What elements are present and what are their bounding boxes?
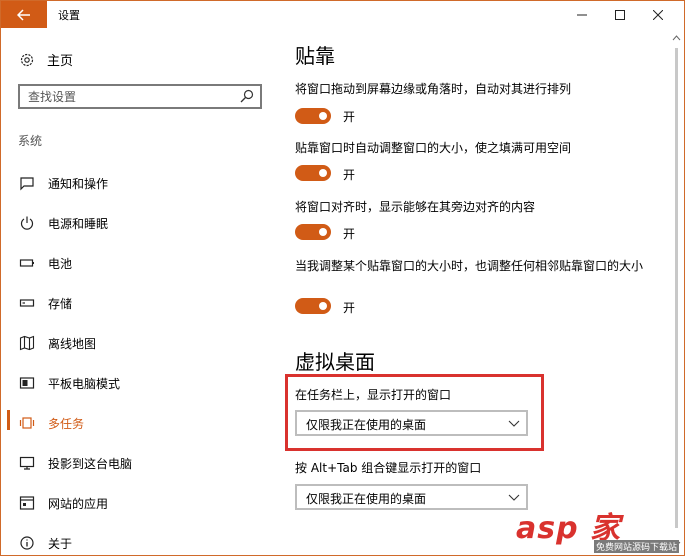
- sidebar-item-power[interactable]: 电源和睡眠: [1, 208, 275, 238]
- sidebar-item-offline-maps[interactable]: 离线地图: [1, 328, 275, 358]
- battery-icon: [19, 259, 34, 267]
- sidebar-item-battery[interactable]: 电池: [1, 248, 275, 278]
- main-content: 贴靠 将窗口拖动到屏幕边缘或角落时，自动对其进行排列 开 贴靠窗口时自动调整窗口…: [275, 28, 670, 555]
- snap-setting-1-state: 开: [343, 110, 356, 124]
- sidebar-item-label: 存储: [48, 297, 73, 311]
- map-icon: [19, 335, 35, 351]
- search-input[interactable]: [28, 89, 228, 105]
- alttab-value: 仅限我正在使用的桌面: [306, 492, 427, 506]
- back-arrow-icon: [17, 8, 30, 21]
- home-label: 主页: [47, 54, 74, 69]
- sidebar-item-label: 通知和操作: [48, 177, 109, 191]
- sidebar-item-label: 电池: [48, 257, 73, 271]
- sidebar-item-apps-for-websites[interactable]: 网站的应用: [1, 488, 275, 518]
- sidebar-item-storage[interactable]: 存储: [1, 288, 275, 318]
- watermark-subtitle: 免费网站源码下载站: [593, 540, 679, 553]
- multitasking-icon: [19, 417, 35, 429]
- sidebar-item-project[interactable]: 投影到这台电脑: [1, 448, 275, 478]
- snap-setting-4-toggle[interactable]: [295, 298, 331, 314]
- sidebar: 主页 系统 通知和操作 电源和睡眠: [1, 28, 275, 555]
- snap-setting-1-toggle[interactable]: [295, 108, 331, 124]
- sidebar-item-about[interactable]: 关于: [1, 528, 275, 555]
- search-icon: [240, 89, 254, 103]
- info-icon: [20, 536, 34, 550]
- sidebar-item-label: 关于: [48, 537, 73, 551]
- settings-window: 设置 主页 系统: [0, 0, 685, 556]
- project-icon: [19, 456, 35, 470]
- tablet-icon: [19, 377, 35, 389]
- chevron-down-icon: [508, 494, 520, 501]
- maximize-icon: [615, 9, 625, 20]
- sidebar-item-label: 电源和睡眠: [48, 217, 109, 231]
- close-icon: [653, 9, 663, 20]
- section-label: 系统: [18, 134, 43, 148]
- sidebar-item-notifications[interactable]: 通知和操作: [1, 168, 275, 198]
- minimize-icon: [577, 14, 587, 15]
- scrollbar-track: [672, 35, 681, 547]
- power-icon: [20, 216, 34, 230]
- snap-setting-2-label: 贴靠窗口时自动调整窗口的大小，使之填满可用空间: [295, 141, 572, 155]
- search-box[interactable]: [18, 84, 262, 109]
- web-apps-icon: [19, 496, 35, 510]
- snap-setting-4-state: 开: [343, 301, 356, 315]
- back-button[interactable]: [1, 1, 47, 28]
- snap-heading: 贴靠: [295, 44, 335, 68]
- snap-setting-2-toggle[interactable]: [295, 165, 331, 181]
- sidebar-item-label: 投影到这台电脑: [48, 457, 133, 471]
- sidebar-item-label: 网站的应用: [48, 497, 109, 511]
- alttab-dropdown[interactable]: 仅限我正在使用的桌面: [295, 484, 528, 510]
- title-bar: 设置: [1, 1, 684, 28]
- notification-icon: [20, 177, 34, 191]
- snap-setting-1-label: 将窗口拖动到屏幕边缘或角落时，自动对其进行排列: [295, 82, 572, 96]
- home-link[interactable]: 主页: [19, 50, 73, 69]
- snap-setting-3-toggle[interactable]: [295, 224, 331, 240]
- watermark: asp 家 免费网站源码下载站: [516, 503, 681, 555]
- sidebar-item-multitasking[interactable]: 多任务: [1, 408, 275, 438]
- minimize-button[interactable]: [563, 1, 601, 28]
- storage-icon: [19, 299, 35, 307]
- sidebar-item-label: 离线地图: [48, 337, 97, 351]
- snap-setting-3-state: 开: [343, 227, 356, 241]
- sidebar-item-label: 多任务: [48, 417, 85, 431]
- snap-setting-4-label: 当我调整某个贴靠窗口的大小时，也调整任何相邻贴靠窗口的大小: [295, 259, 644, 273]
- snap-setting-3-label: 将窗口对齐时，显示能够在其旁边对齐的内容: [295, 200, 536, 214]
- maximize-button[interactable]: [601, 1, 639, 28]
- snap-setting-2-state: 开: [343, 168, 356, 182]
- gear-icon: [20, 53, 34, 66]
- sidebar-item-label: 平板电脑模式: [48, 377, 121, 391]
- alttab-label: 按 Alt+Tab 组合键显示打开的窗口: [295, 461, 482, 475]
- highlight-annotation-box: [285, 374, 544, 451]
- sidebar-item-tablet-mode[interactable]: 平板电脑模式: [1, 368, 275, 398]
- close-button[interactable]: [639, 1, 677, 28]
- scrollbar[interactable]: [669, 28, 684, 555]
- app-title: 设置: [58, 9, 80, 22]
- virtual-desktops-heading: 虚拟桌面: [295, 350, 375, 374]
